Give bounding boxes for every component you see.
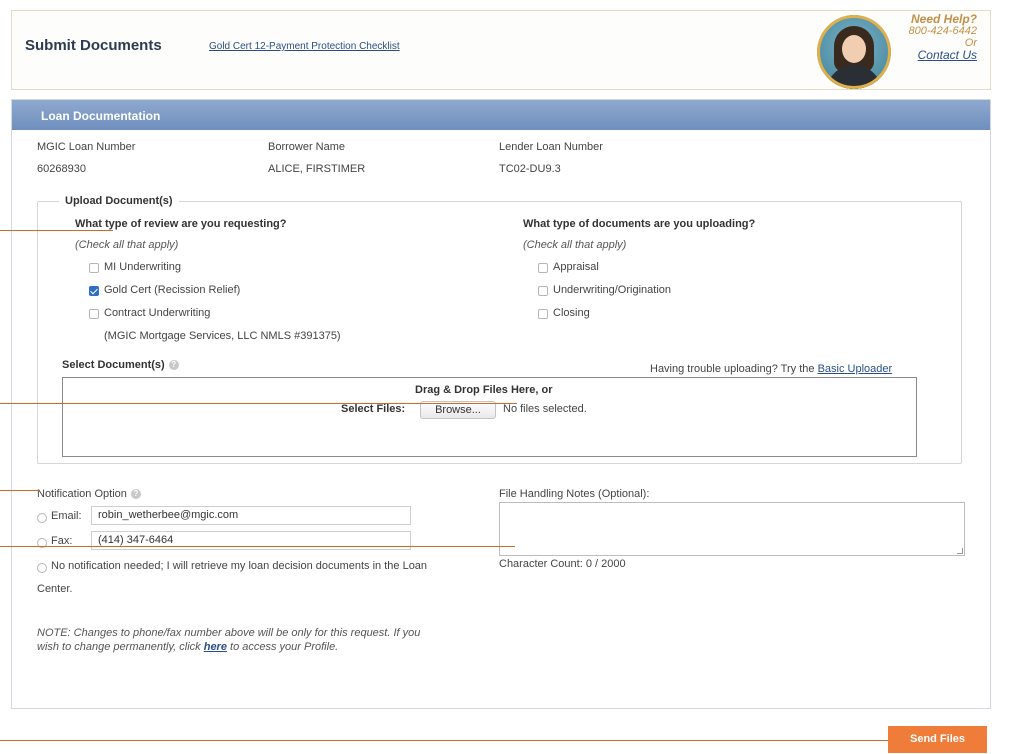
lender-loan-number-label: Lender Loan Number xyxy=(499,141,603,153)
select-files-label: Select Files: xyxy=(341,403,406,415)
trouble-uploading-text: Having trouble uploading? Try the xyxy=(650,363,815,375)
help-box: Need Help? 800-424-6442 Or Contact Us xyxy=(908,13,977,61)
resize-grip-icon[interactable] xyxy=(957,548,963,554)
email-label: Email: xyxy=(51,510,82,522)
borrower-name-label: Borrower Name xyxy=(268,141,346,153)
label-appraisal: Appraisal xyxy=(553,261,599,273)
label-mi-underwriting: MI Underwriting xyxy=(104,261,182,273)
contract-underwriting-note: (MGIC Mortgage Services, LLC NMLS #39137… xyxy=(104,330,341,342)
page-title: Submit Documents xyxy=(25,37,162,54)
file-handling-notes-label: File Handling Notes (Optional): xyxy=(499,488,650,500)
mgic-loan-number-value: 60268930 xyxy=(37,163,86,175)
panel-title: Loan Documentation xyxy=(41,109,161,123)
help-icon[interactable]: ? xyxy=(130,489,141,500)
notification-option-label: Notification Option xyxy=(37,488,127,500)
docs-question: What type of documents are you uploading… xyxy=(523,218,756,230)
no-notification-text-cont: Center. xyxy=(37,583,73,595)
no-files-selected-text: No files selected. xyxy=(503,403,587,415)
annotation-line-review xyxy=(0,230,113,231)
help-title: Need Help? xyxy=(910,12,977,26)
upload-legend: Upload Document(s) xyxy=(59,195,179,207)
trouble-uploading-row: Having trouble uploading? Try the Basic … xyxy=(650,363,892,375)
basic-uploader-link[interactable]: Basic Uploader xyxy=(818,363,893,375)
checkbox-appraisal[interactable] xyxy=(538,263,548,273)
contact-us-link[interactable]: Contact Us xyxy=(908,49,977,61)
annotation-line-select-files xyxy=(0,403,517,404)
docs-hint: (Check all that apply) xyxy=(523,239,627,251)
label-gold-cert: Gold Cert (Recission Relief) xyxy=(104,284,241,296)
checkbox-contract-underwriting[interactable] xyxy=(89,309,99,319)
mgic-loan-number-label: MGIC Loan Number xyxy=(37,141,136,153)
email-field[interactable]: robin_wetherbee@mgic.com xyxy=(91,506,411,525)
checkbox-underwriting-origination[interactable] xyxy=(538,286,548,296)
borrower-name-value: ALICE, FIRSTIMER xyxy=(268,163,366,175)
label-contract-underwriting: Contract Underwriting xyxy=(104,307,211,319)
drag-drop-text: Drag & Drop Files Here, or xyxy=(415,384,553,396)
checkbox-closing[interactable] xyxy=(538,309,548,319)
fax-field[interactable]: (414) 347-6464 xyxy=(91,531,411,550)
review-hint: (Check all that apply) xyxy=(75,239,179,251)
checkbox-gold-cert[interactable] xyxy=(89,286,99,296)
label-underwriting-origination: Underwriting/Origination xyxy=(553,284,671,296)
help-phone: 800-424-6442 xyxy=(908,25,977,37)
note-line-1: NOTE: Changes to phone/fax number above … xyxy=(37,627,421,639)
help-icon[interactable]: ? xyxy=(168,360,179,371)
note-line-2: wish to change permanently, click here t… xyxy=(37,641,338,653)
character-count: Character Count: 0 / 2000 xyxy=(499,558,626,570)
file-handling-notes-textarea[interactable] xyxy=(499,502,965,556)
select-documents-row: Select Document(s)? xyxy=(62,359,179,371)
review-question: What type of review are you requesting? xyxy=(75,218,287,230)
panel-header-bar: Loan Documentation xyxy=(12,100,990,130)
checklist-link[interactable]: Gold Cert 12-Payment Protection Checklis… xyxy=(209,41,400,52)
note-post: to access your Profile. xyxy=(230,641,339,653)
page-header: Submit Documents Gold Cert 12-Payment Pr… xyxy=(11,10,991,90)
profile-here-link[interactable]: here xyxy=(204,641,227,653)
note-pre: wish to change permanently, click xyxy=(37,641,201,653)
label-closing: Closing xyxy=(553,307,590,319)
annotation-line-notes xyxy=(0,546,515,547)
radio-email[interactable] xyxy=(37,513,47,523)
avatar-ring xyxy=(817,15,891,89)
annotation-line-send xyxy=(0,740,888,741)
no-notification-text: No notification needed; I will retrieve … xyxy=(51,560,428,572)
support-avatar xyxy=(817,15,891,89)
select-documents-label: Select Document(s) xyxy=(62,359,165,371)
lender-loan-number-value: TC02-DU9.3 xyxy=(499,163,561,175)
notification-option-row: Notification Option? xyxy=(37,488,141,500)
checkbox-mi-underwriting[interactable] xyxy=(89,263,99,273)
send-files-button[interactable]: Send Files xyxy=(888,726,987,753)
annotation-line-notification xyxy=(0,490,39,491)
radio-no-notification[interactable] xyxy=(37,563,47,573)
